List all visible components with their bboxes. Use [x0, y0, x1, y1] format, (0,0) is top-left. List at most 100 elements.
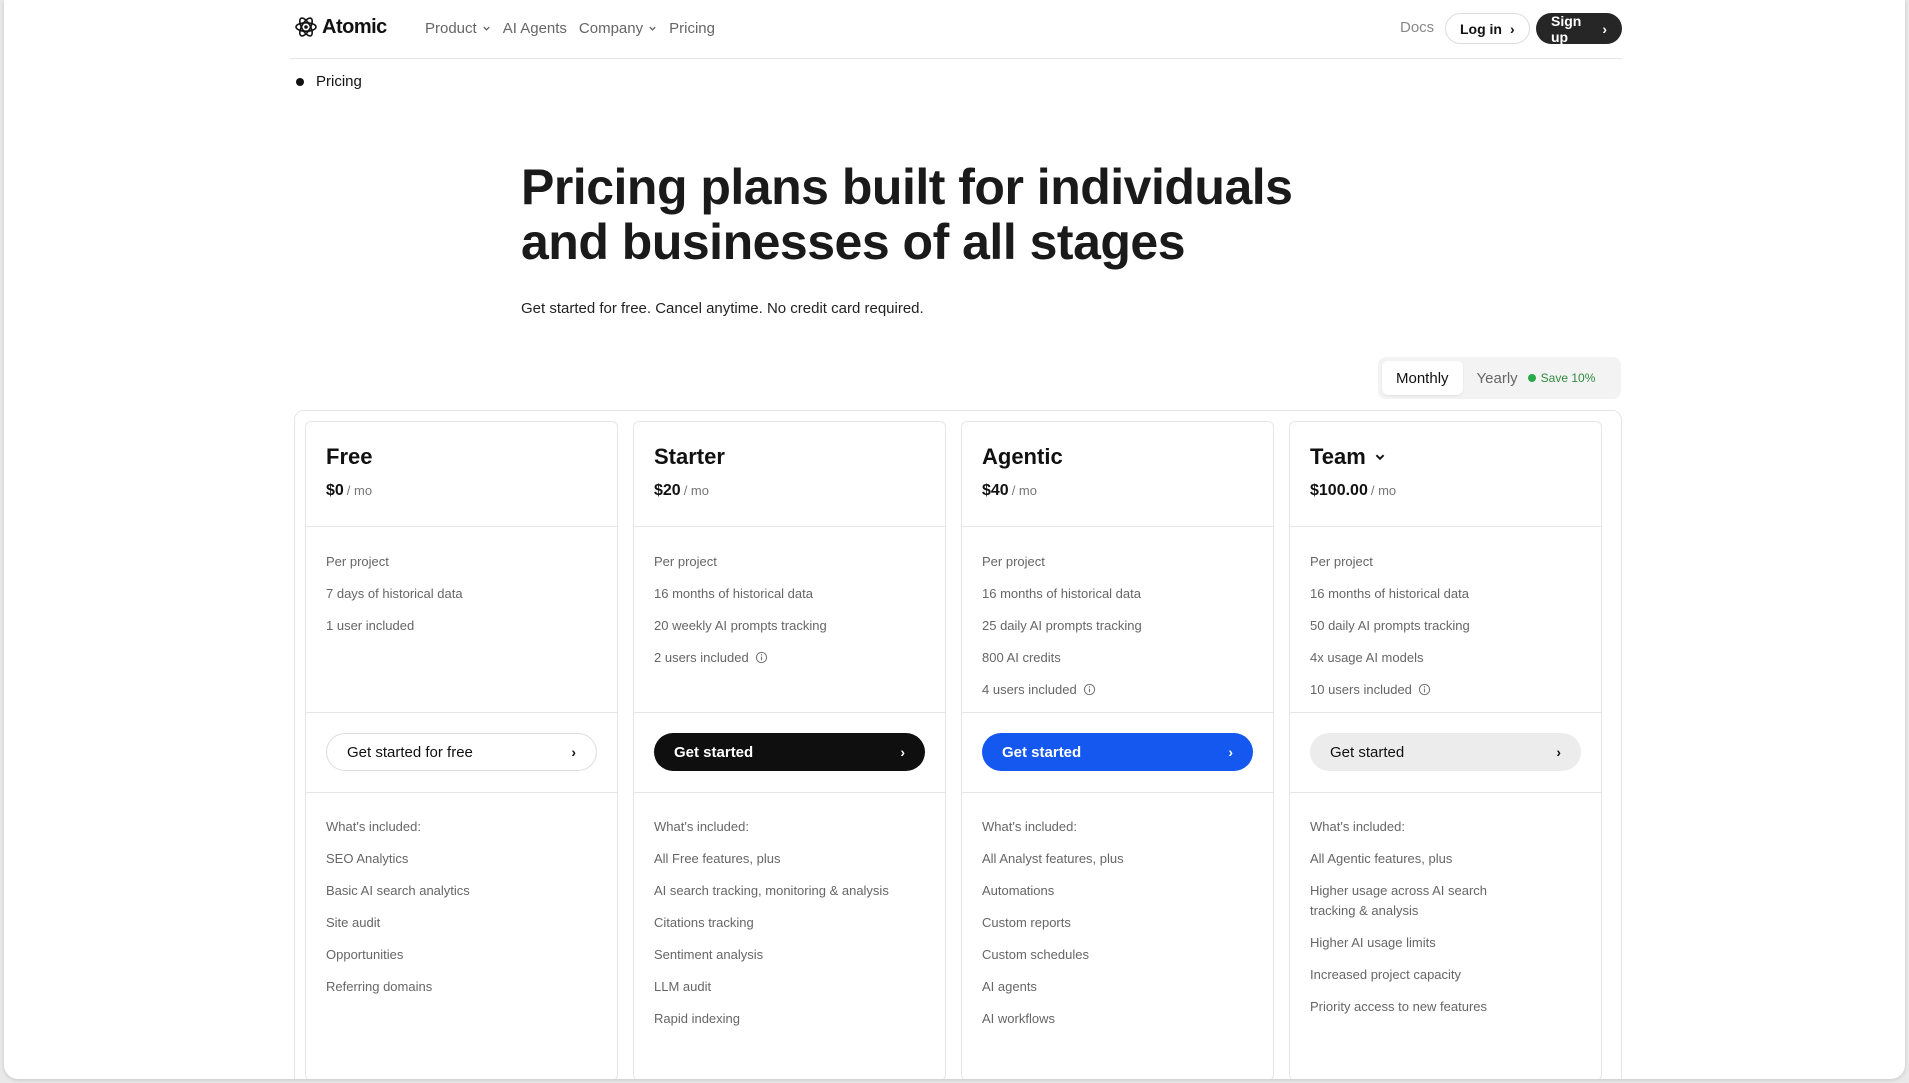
save-badge: Save 10% [1527, 371, 1596, 385]
price-period: / mo [346, 483, 373, 498]
info-icon[interactable] [1418, 683, 1431, 696]
feature-item: Custom reports [982, 915, 1071, 930]
plan-price: $20/ mo [654, 482, 925, 500]
get-started-free-button[interactable]: Get started for free › [326, 733, 597, 771]
save-label: Save 10% [1540, 371, 1596, 385]
chevron-right-icon: › [571, 744, 576, 760]
limit-item: 16 months of historical data [1310, 585, 1469, 601]
plans-container: Free $0/ mo Per project 7 days of histor… [294, 410, 1622, 1079]
plan-card-team: Team $100.00/ mo Per project 16 months o… [1289, 421, 1602, 1079]
feature-item: Site audit [326, 915, 381, 930]
bullet-icon [296, 77, 304, 86]
limit-item: Per project [654, 553, 717, 569]
plan-cta-section: Get started › [634, 713, 945, 793]
feature-item: Automations [982, 883, 1055, 898]
feature-item: All Analyst features, plus [982, 851, 1124, 866]
limit-item: 4x usage AI models [1310, 649, 1424, 665]
limit-item: 25 daily AI prompts tracking [982, 617, 1142, 633]
plan-header: Free $0/ mo [306, 422, 617, 527]
cta-label: Get started [1330, 743, 1405, 761]
plan-features: What's included: All Free features, plus… [634, 793, 945, 1035]
plan-features: What's included: All Agentic features, p… [1290, 793, 1601, 1023]
price-value: $20 [654, 482, 681, 499]
plan-features: What's included: SEO Analytics Basic AI … [306, 793, 617, 1003]
plan-name: Agentic [982, 444, 1063, 469]
limit-item: 16 months of historical data [654, 585, 813, 601]
info-icon[interactable] [1083, 683, 1096, 696]
chevron-right-icon: › [1510, 20, 1515, 37]
plan-limits: Per project 16 months of historical data… [1290, 527, 1601, 713]
chevron-right-icon: › [900, 744, 905, 760]
monthly-toggle[interactable]: Monthly [1382, 361, 1463, 395]
get-started-agentic-button[interactable]: Get started › [982, 733, 1253, 771]
plan-cta-section: Get started › [1290, 713, 1601, 793]
feature-item: Increased project capacity [1310, 967, 1462, 982]
plan-price: $40/ mo [982, 482, 1253, 500]
login-label: Log in [1460, 20, 1502, 37]
nav-product-label: Product [425, 20, 477, 37]
page-subtitle: Get started for free. Cancel anytime. No… [521, 300, 924, 317]
nav-ai-agents[interactable]: AI Agents [503, 20, 567, 37]
plan-card-free: Free $0/ mo Per project 7 days of histor… [305, 421, 618, 1079]
plan-name: Team [1310, 444, 1366, 469]
plan-cta-section: Get started for free › [306, 713, 617, 793]
price-value: $0 [326, 482, 344, 499]
chevron-down-icon [1375, 454, 1385, 461]
price-value: $100.00 [1310, 482, 1368, 499]
breadcrumb-label: Pricing [316, 73, 362, 90]
limit-item: 20 weekly AI prompts tracking [654, 617, 827, 633]
nav-company-label: Company [578, 20, 644, 37]
get-started-starter-button[interactable]: Get started › [654, 733, 925, 771]
feature-item: Rapid indexing [654, 1011, 741, 1026]
chevron-right-icon: › [1602, 20, 1607, 37]
nav-links: Product AI Agents Company Pricing [425, 20, 727, 37]
logo-text: Atomic [322, 15, 387, 38]
green-dot-icon [1527, 374, 1536, 382]
feature-item: Citations tracking [654, 915, 754, 930]
breadcrumb: Pricing [296, 73, 362, 90]
feature-item: Custom schedules [982, 947, 1089, 962]
nav-product[interactable]: Product [425, 20, 491, 37]
plan-features: What's included: All Analyst features, p… [962, 793, 1273, 1035]
price-value: $40 [982, 482, 1009, 499]
limit-item-users: 4 users included [982, 673, 1253, 705]
nav-pricing[interactable]: Pricing [669, 20, 715, 37]
plan-price: $100.00/ mo [1310, 482, 1581, 500]
plan-name-dropdown[interactable]: Team [1310, 444, 1581, 470]
nav-company[interactable]: Company [579, 20, 657, 37]
limit-item: 7 days of historical data [326, 585, 463, 601]
price-period: / mo [1370, 483, 1397, 498]
plan-card-starter: Starter $20/ mo Per project 16 months of… [633, 421, 946, 1079]
features-heading: What's included: [326, 819, 421, 834]
logo[interactable]: Atomic [294, 15, 387, 39]
price-period: / mo [683, 483, 709, 498]
feature-item: AI search tracking, monitoring & analysi… [654, 883, 889, 898]
billing-toggle: Monthly Yearly Save 10% [1378, 357, 1621, 399]
limit-item-users: 10 users included [1310, 673, 1581, 705]
feature-item: Sentiment analysis [654, 947, 764, 962]
nav-ai-agents-label: AI Agents [502, 20, 567, 37]
info-icon[interactable] [755, 651, 768, 664]
limit-item: 1 user included [326, 617, 415, 633]
limit-item: 800 AI credits [982, 649, 1061, 665]
plan-name: Starter [654, 444, 725, 469]
cta-label: Get started [1002, 743, 1082, 761]
yearly-toggle[interactable]: Yearly [1463, 361, 1532, 395]
page: Atomic Product AI Agents Company Pricing… [4, 0, 1905, 1079]
limit-item: 16 months of historical data [982, 585, 1141, 601]
features-heading: What's included: [654, 819, 749, 834]
limit-item-users: 2 users included [654, 641, 925, 673]
get-started-team-button[interactable]: Get started › [1310, 733, 1581, 771]
signup-button[interactable]: Sign up › [1536, 12, 1622, 45]
plan-header: Team $100.00/ mo [1290, 422, 1601, 527]
feature-item: Basic AI search analytics [326, 883, 470, 898]
cta-label: Get started for free [347, 743, 473, 761]
login-button[interactable]: Log in › [1445, 13, 1530, 44]
plan-name: Free [326, 444, 373, 469]
signup-label: Sign up [1551, 12, 1582, 45]
feature-item: AI workflows [982, 1011, 1055, 1026]
cta-label: Get started [674, 743, 754, 761]
nav-pricing-label: Pricing [669, 20, 715, 37]
limit-item: 50 daily AI prompts tracking [1310, 617, 1470, 633]
docs-link[interactable]: Docs [1400, 19, 1434, 36]
